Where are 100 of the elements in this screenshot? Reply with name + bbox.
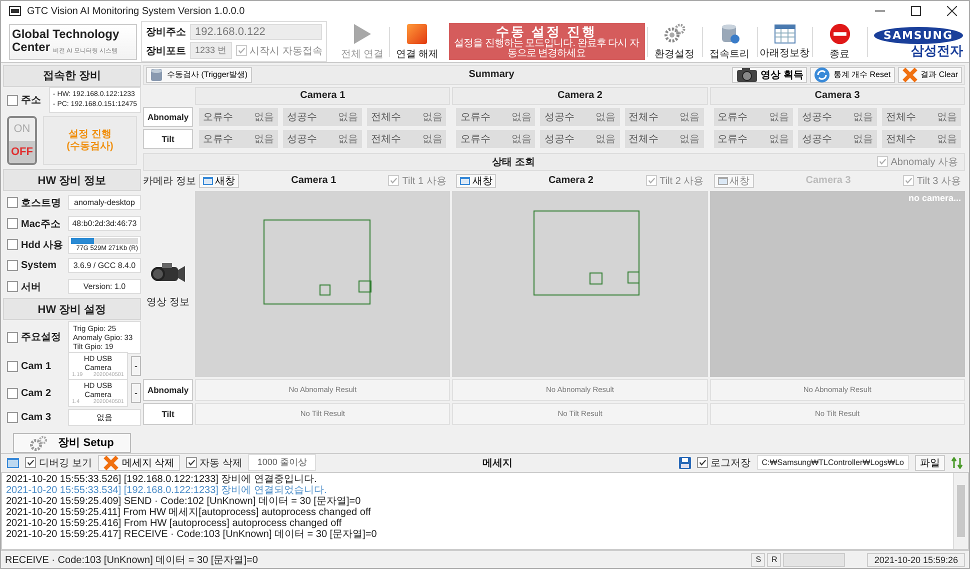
port-label: 장비포트 <box>146 44 186 58</box>
section-header: HW 장비 설정 <box>3 298 141 320</box>
file-button[interactable]: 파일 <box>915 454 945 471</box>
messages-title: 메세지 <box>481 456 514 470</box>
row-label: Abnomaly <box>143 378 193 401</box>
banner-text: 설정을 진행하는 모드입니다. 완료후 다시 자동으로 변경하세요 <box>453 38 640 59</box>
address-field[interactable]: 192.168.0.122 <box>190 24 322 40</box>
count-value: 없음 <box>768 132 789 146</box>
checkbox-label: Tilt 1 사용 <box>402 174 446 188</box>
toolbar-button[interactable]: 결과 Clear <box>898 66 962 83</box>
value-field: 48:b0:2d:3d:46:73 <box>68 216 141 232</box>
status-text: 설정 진행 (수동검사) <box>43 116 137 166</box>
clear-messages-button[interactable]: 메세지 삭제 <box>98 454 180 471</box>
roi-box[interactable] <box>628 271 640 284</box>
camera-title: Camera 2 <box>547 175 594 186</box>
close-icon[interactable] <box>947 6 957 16</box>
toolbar-button[interactable]: 연결 해제 <box>392 22 442 61</box>
database-icon <box>720 22 740 45</box>
count-value: 없음 <box>936 110 957 124</box>
roi-box[interactable] <box>534 210 640 296</box>
roi-box[interactable] <box>358 280 372 292</box>
camera-header: Camera 1 <box>195 86 450 105</box>
manual-check-button[interactable]: 수동검사 (Trigger발생) <box>146 66 252 83</box>
section-header: 접속한 장비 <box>3 64 141 87</box>
row-label: 호스트명 <box>21 196 62 210</box>
row-label: System <box>21 260 58 272</box>
log-line: 2021-10-20 15:59:25.409] SEND · Code:102 [UnKnown] 데이터 = 30 [문자열]=0 <box>6 496 362 508</box>
status-time: 2021-10-20 15:59:26 <box>867 552 965 567</box>
checkbox[interactable] <box>876 156 888 168</box>
checkbox[interactable] <box>7 94 18 106</box>
floppy-icon <box>678 456 691 469</box>
toolbar-button[interactable]: 아래정보창 <box>760 22 810 61</box>
window-icon <box>460 176 470 185</box>
count-label: 성공수 <box>287 132 318 146</box>
section-header: 상태 조회 <box>490 156 536 169</box>
camera-header: Camera 3 <box>710 86 965 105</box>
monitor-icon <box>7 458 19 468</box>
row-label: Cam 1 <box>21 360 52 372</box>
checkbox[interactable] <box>7 239 18 250</box>
log-line: 2021-10-20 15:59:25.417] RECEIVE · Code:103 [UnKnown] 데이터 = 30 [문자열]=0 <box>6 529 378 540</box>
roi-box[interactable] <box>590 272 603 284</box>
count-label: 성공수 <box>544 132 574 146</box>
checkbox[interactable] <box>7 388 18 399</box>
log-line: 2021-10-20 15:59:25.416] From HW [autoprocess] autoprocess changed off <box>6 518 343 530</box>
section-header: HW 장비 정보 <box>3 169 141 192</box>
count-label: 성공수 <box>802 132 832 146</box>
status-indicator: S <box>751 552 766 567</box>
toolbar-button[interactable]: 환경설정 <box>650 22 700 61</box>
value-field: Version: 1.0 <box>68 279 141 294</box>
scrollbar[interactable] <box>953 473 968 550</box>
arrows-icon[interactable] <box>951 456 963 469</box>
line-limit-field[interactable]: 1000 줄이상 <box>248 454 316 472</box>
checkbox[interactable] <box>902 175 914 186</box>
new-window-button[interactable]: 새창 <box>456 174 496 188</box>
checkbox[interactable] <box>25 457 36 468</box>
checkbox[interactable] <box>7 360 18 372</box>
count-value: 없음 <box>338 132 358 146</box>
small-button[interactable]: - <box>131 356 141 376</box>
checkbox[interactable] <box>7 197 18 208</box>
checkbox-label: Abnomaly 사용 <box>890 156 958 169</box>
count-label: 전체수 <box>886 132 916 146</box>
count-label: 전체수 <box>628 110 659 124</box>
maximize-icon[interactable] <box>911 6 921 16</box>
value-field: anomaly-desktop <box>68 195 141 210</box>
toolbar-button[interactable]: 통계 개수 Reset <box>810 66 895 83</box>
checkbox[interactable] <box>7 260 18 272</box>
toolbar-button[interactable]: 접속트리 <box>704 22 755 61</box>
checkbox-label: 시작시 자동접속 <box>250 44 322 58</box>
toolbar-button[interactable]: 종료 <box>814 22 865 61</box>
address-label: 장비주소 <box>146 26 186 40</box>
count-label: 전체수 <box>886 110 916 124</box>
checkbox[interactable] <box>7 332 18 343</box>
count-value: 없음 <box>852 132 873 146</box>
gears-icon <box>30 434 48 451</box>
count-value: 없음 <box>768 110 789 124</box>
checkbox[interactable] <box>7 412 18 423</box>
small-button[interactable]: - <box>131 383 141 404</box>
checkbox[interactable] <box>646 175 657 186</box>
checkbox-label: 자동 삭제 <box>200 456 242 470</box>
setup-button[interactable]: 장비 Setup <box>13 432 131 453</box>
banner-title: 수동 설정 진행 <box>496 24 598 39</box>
row-label: 주소 <box>21 94 42 108</box>
toolbar-button[interactable]: 영상 획득 <box>732 66 808 83</box>
roi-box[interactable] <box>320 284 330 296</box>
checkbox[interactable] <box>7 218 18 230</box>
checkbox[interactable] <box>696 457 708 468</box>
summary-title: Summary <box>468 69 516 80</box>
camera-title: Camera 1 <box>290 175 338 186</box>
checkbox[interactable] <box>186 457 197 468</box>
new-window-button[interactable]: 새창 <box>199 174 239 188</box>
checkbox[interactable] <box>388 175 400 186</box>
port-field[interactable]: 1233 번 <box>190 42 232 60</box>
roi-box[interactable] <box>264 219 370 304</box>
checkbox-label: Tilt 2 사용 <box>660 174 704 188</box>
log-path-field[interactable]: C:₩Samsung₩TLController₩Logs₩Lo <box>756 455 909 470</box>
brand-logo: SAMSUNG <box>874 26 963 44</box>
log-line: 2021-10-20 15:59:25.411] From HW 메세지[autoprocess] autoprocess changed off <box>6 507 372 518</box>
count-label: 오류수 <box>203 110 233 124</box>
count-label: 전체수 <box>371 132 402 146</box>
checkbox[interactable] <box>7 281 18 292</box>
